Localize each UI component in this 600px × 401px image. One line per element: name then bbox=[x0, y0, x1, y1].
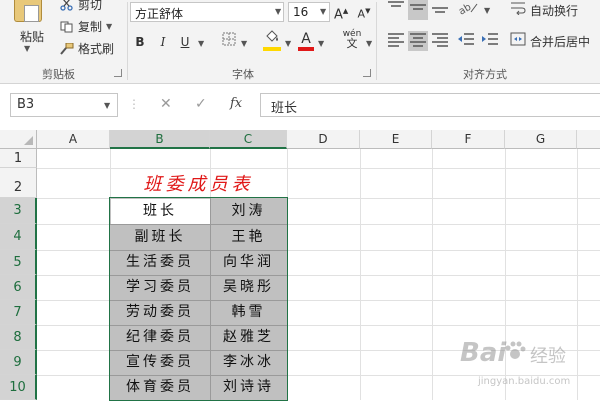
column-header-a[interactable]: A bbox=[37, 130, 110, 149]
wrap-text-label: 自动换行 bbox=[530, 3, 579, 18]
scissors-icon bbox=[60, 0, 74, 11]
fill-color-icon[interactable] bbox=[263, 30, 281, 48]
group-separator bbox=[127, 2, 128, 80]
orientation-dropdown-icon[interactable]: ▼ bbox=[484, 6, 490, 15]
orientation-icon[interactable]: ab bbox=[456, 0, 482, 20]
watermark: Bai 经验 jingyan.baidu.com bbox=[456, 336, 600, 392]
grow-font-button[interactable]: A▲ bbox=[334, 2, 348, 24]
column-header-d[interactable]: D bbox=[287, 130, 360, 149]
insert-function-button[interactable]: fx bbox=[230, 96, 242, 111]
font-color-dropdown-icon[interactable]: ▼ bbox=[318, 39, 324, 48]
column-header-c[interactable]: C bbox=[210, 130, 287, 149]
cut-label: 剪切 bbox=[78, 0, 103, 12]
formula-bar-grip-icon[interactable]: ⋮ bbox=[128, 97, 140, 111]
phonetic-dropdown-icon[interactable]: ▼ bbox=[366, 39, 372, 48]
wrap-text-icon bbox=[510, 1, 526, 20]
format-painter-icon bbox=[60, 42, 74, 55]
increase-indent-icon[interactable] bbox=[480, 31, 500, 51]
align-right-icon[interactable] bbox=[430, 31, 450, 51]
row-header-1[interactable]: 1 bbox=[0, 149, 37, 168]
font-name-select[interactable]: 方正舒体 bbox=[130, 2, 284, 22]
row-header-10[interactable]: 10 bbox=[0, 375, 37, 400]
shrink-font-button[interactable]: A▼ bbox=[356, 2, 372, 24]
borders-icon[interactable] bbox=[221, 32, 237, 50]
paste-dropdown-arrow[interactable]: ▼ bbox=[24, 44, 30, 53]
font-launcher-icon[interactable] bbox=[363, 69, 371, 77]
borders-dropdown-icon[interactable]: ▼ bbox=[241, 39, 247, 48]
copy-button[interactable]: 复制 ▼ bbox=[60, 18, 112, 35]
paste-button[interactable]: 粘贴 bbox=[20, 28, 44, 45]
clipboard-group-label: 剪贴板 bbox=[42, 68, 75, 81]
font-name-dropdown-icon[interactable]: ▼ bbox=[275, 7, 281, 16]
format-painter-label: 格式刷 bbox=[78, 42, 115, 56]
merge-center-icon bbox=[510, 32, 526, 51]
paw-icon bbox=[504, 340, 526, 367]
decrease-indent-icon[interactable] bbox=[456, 31, 476, 51]
italic-button[interactable]: I bbox=[155, 33, 171, 51]
row-header-6[interactable]: 6 bbox=[0, 275, 37, 300]
phonetic-guide-button[interactable]: wén 文 bbox=[340, 29, 364, 49]
row-header-4[interactable]: 4 bbox=[0, 224, 37, 250]
row-header-7[interactable]: 7 bbox=[0, 300, 37, 325]
paste-icon[interactable] bbox=[14, 0, 42, 22]
copy-icon bbox=[60, 21, 74, 33]
selection-border bbox=[109, 197, 288, 401]
grid-line bbox=[37, 168, 600, 169]
svg-text:ab: ab bbox=[457, 2, 473, 16]
fill-color-dropdown-icon[interactable]: ▼ bbox=[285, 39, 291, 48]
formula-bar: B3 ▼ ⋮ ✕ ✓ fx 班长 bbox=[0, 90, 600, 122]
watermark-site: jingyan.baidu.com bbox=[478, 376, 571, 387]
align-left-icon[interactable] bbox=[386, 31, 406, 51]
merge-center-button[interactable]: 合并后居中 bbox=[510, 32, 600, 51]
select-all-corner[interactable] bbox=[0, 130, 37, 149]
underline-button[interactable]: U bbox=[177, 33, 193, 51]
phonetic-guide-bottom: 文 bbox=[346, 37, 358, 50]
row-header-2[interactable]: 2 bbox=[0, 168, 37, 198]
format-painter-button[interactable]: 格式刷 bbox=[60, 40, 114, 57]
row-header-8[interactable]: 8 bbox=[0, 325, 37, 350]
group-separator bbox=[376, 2, 377, 80]
grid-line bbox=[360, 149, 361, 400]
column-header-b[interactable]: B bbox=[110, 130, 210, 149]
formula-input[interactable]: 班长 bbox=[260, 93, 600, 117]
wrap-text-button[interactable]: 自动换行 bbox=[510, 1, 600, 20]
font-color-bar bbox=[298, 47, 314, 51]
align-center-icon[interactable] bbox=[408, 31, 428, 51]
middle-align-icon[interactable] bbox=[408, 0, 428, 20]
alignment-group-label: 对齐方式 bbox=[463, 68, 507, 81]
copy-dropdown-arrow[interactable]: ▼ bbox=[106, 22, 112, 31]
name-box[interactable]: B3 bbox=[10, 93, 118, 117]
row-header-3[interactable]: 3 bbox=[0, 198, 37, 224]
fill-color-bar bbox=[263, 47, 281, 51]
watermark-brand: Bai bbox=[460, 338, 507, 368]
cut-button[interactable]: 剪切 bbox=[60, 0, 102, 13]
column-header-f[interactable]: F bbox=[432, 130, 505, 149]
row-header-9[interactable]: 9 bbox=[0, 350, 37, 375]
name-box-dropdown-icon[interactable]: ▼ bbox=[104, 101, 110, 110]
grid-line bbox=[432, 149, 433, 400]
table-title: 班委成员表 bbox=[143, 174, 254, 195]
bottom-align-icon[interactable] bbox=[430, 0, 450, 20]
cancel-icon[interactable]: ✕ bbox=[160, 96, 172, 112]
font-group-label: 字体 bbox=[232, 68, 254, 81]
column-header-next[interactable] bbox=[577, 130, 600, 149]
font-size-dropdown-icon[interactable]: ▼ bbox=[320, 7, 326, 16]
font-color-button[interactable]: A bbox=[298, 30, 314, 48]
column-header-e[interactable]: E bbox=[360, 130, 432, 149]
bold-button[interactable]: B bbox=[132, 33, 148, 51]
underline-dropdown-icon[interactable]: ▼ bbox=[198, 39, 204, 48]
row-header-5[interactable]: 5 bbox=[0, 250, 37, 275]
copy-label: 复制 bbox=[78, 20, 103, 34]
column-header-g[interactable]: G bbox=[505, 130, 577, 149]
enter-icon[interactable]: ✓ bbox=[195, 96, 207, 112]
merge-center-label: 合并后居中 bbox=[530, 34, 591, 49]
ribbon: 粘贴 ▼ 剪切 复制 ▼ 格式刷 剪贴板 方正舒体 ▼ 16 ▼ A▲ A▼ B… bbox=[0, 0, 600, 84]
clipboard-launcher-icon[interactable] bbox=[114, 69, 122, 77]
watermark-suffix: 经验 bbox=[530, 346, 566, 367]
top-align-icon[interactable] bbox=[386, 0, 406, 20]
